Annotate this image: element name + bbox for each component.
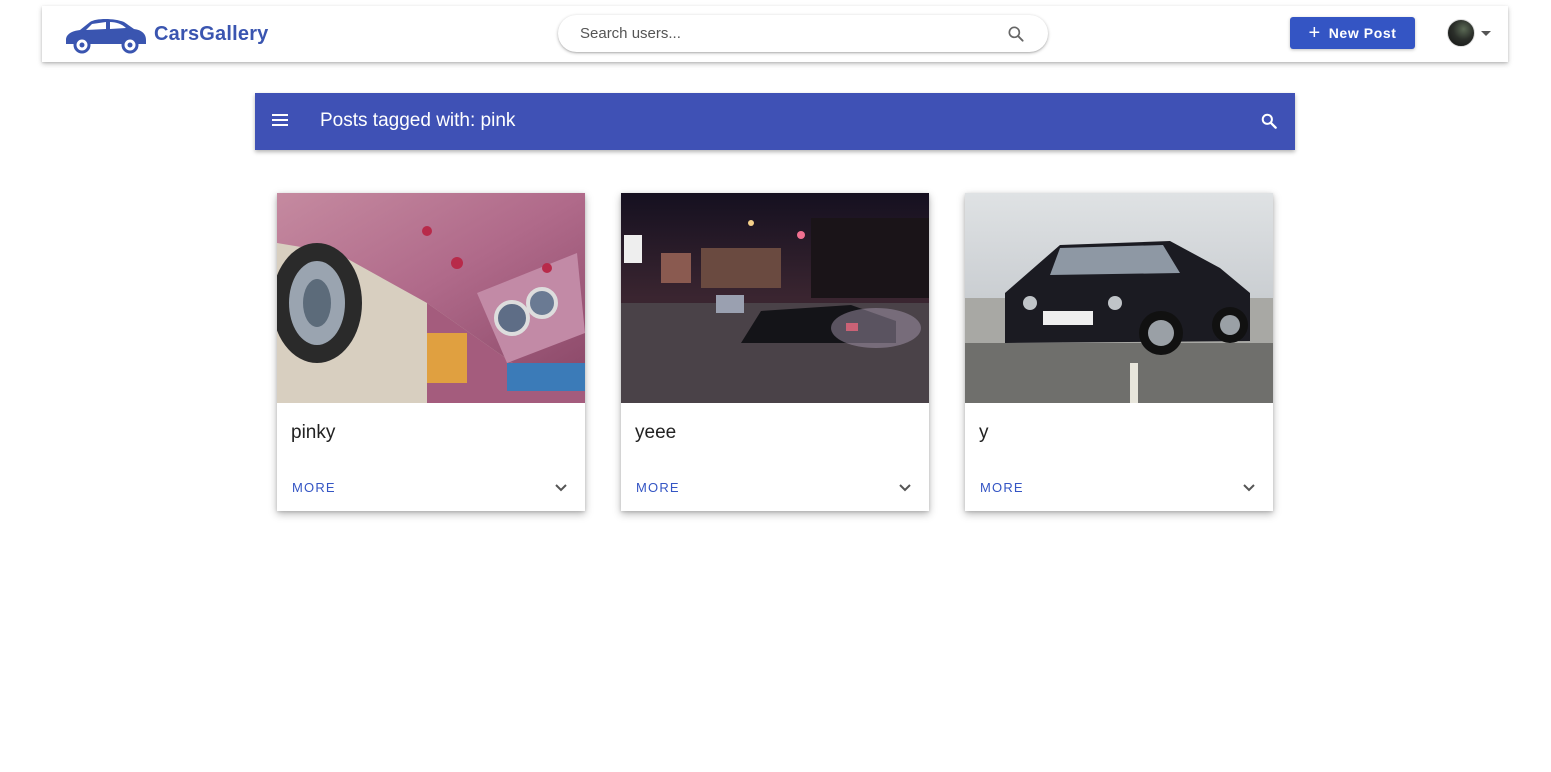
avatar[interactable] xyxy=(1447,19,1475,47)
post-image[interactable] xyxy=(621,193,929,403)
post-image[interactable] xyxy=(965,193,1273,403)
more-button[interactable]: MORE xyxy=(636,480,680,495)
post-title: yeee xyxy=(635,422,677,443)
chevron-down-icon[interactable] xyxy=(553,480,569,496)
user-search-bar xyxy=(558,15,1048,52)
post-title: y xyxy=(979,422,989,443)
search-icon[interactable] xyxy=(1006,24,1026,44)
post-card[interactable]: y MORE xyxy=(965,193,1273,511)
post-card[interactable]: yeee MORE xyxy=(621,193,929,511)
menu-icon[interactable] xyxy=(271,111,289,129)
car-logo-icon xyxy=(66,19,146,54)
page-title: Posts tagged with: pink xyxy=(320,110,516,131)
plus-icon: + xyxy=(1308,22,1321,44)
post-image[interactable] xyxy=(277,193,585,403)
brand-name: CarsGallery xyxy=(154,22,269,45)
new-post-button[interactable]: + New Post xyxy=(1290,17,1415,49)
user-menu[interactable] xyxy=(1447,19,1491,47)
chevron-down-icon[interactable] xyxy=(897,480,913,496)
user-search-input[interactable] xyxy=(580,25,998,42)
tag-toolbar: Posts tagged with: pink xyxy=(255,93,1295,150)
more-button[interactable]: MORE xyxy=(980,480,1024,495)
brand[interactable]: CarsGallery xyxy=(62,14,269,54)
post-card[interactable]: pinky MORE xyxy=(277,193,585,511)
chevron-down-icon[interactable] xyxy=(1241,480,1257,496)
new-post-label: New Post xyxy=(1328,25,1397,41)
more-button[interactable]: MORE xyxy=(292,480,336,495)
top-navbar: CarsGallery + New Post xyxy=(42,6,1508,62)
search-icon[interactable] xyxy=(1259,111,1279,131)
post-title: pinky xyxy=(291,422,336,443)
caret-down-icon[interactable] xyxy=(1481,30,1491,36)
